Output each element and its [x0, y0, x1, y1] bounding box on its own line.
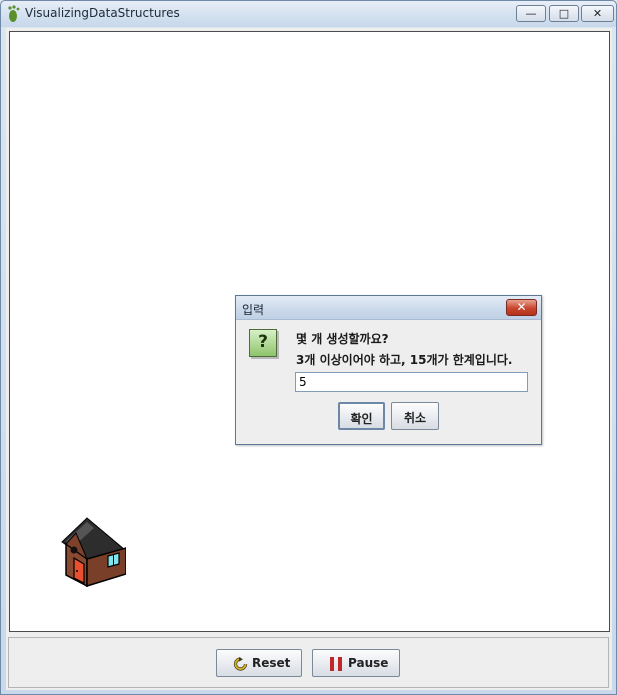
reset-icon — [233, 657, 248, 671]
dialog-close-button[interactable]: ✕ — [506, 299, 537, 316]
question-icon: ? — [249, 329, 277, 357]
close-icon: ✕ — [516, 300, 527, 314]
reset-button[interactable]: Reset — [216, 649, 302, 677]
control-panel: Reset Pause — [8, 637, 609, 688]
maximize-button[interactable]: □ — [549, 5, 579, 22]
dialog-message-line1: 몇 개 생성할까요? — [296, 332, 389, 346]
dialog-titlebar[interactable]: 입력 ✕ — [236, 296, 541, 320]
cancel-button[interactable]: 취소 — [391, 402, 439, 430]
cancel-label: 취소 — [403, 411, 427, 425]
close-button[interactable]: ✕ — [581, 5, 614, 22]
ok-label: 확인 — [350, 412, 373, 426]
dialog-message-line2: 3개 이상이어야 하고, 15개가 한계입니다. — [296, 353, 513, 367]
ok-button[interactable]: 확인 — [338, 402, 385, 430]
pause-icon — [330, 657, 342, 671]
window-titlebar[interactable]: VisualizingDataStructures — □ ✕ — [1, 1, 616, 27]
window-title: VisualizingDataStructures — [25, 6, 180, 20]
count-input[interactable] — [295, 372, 528, 392]
minimize-button[interactable]: — — [516, 5, 546, 22]
minimize-icon: — — [525, 7, 537, 20]
pause-label: Pause — [348, 656, 389, 670]
close-icon: ✕ — [592, 7, 603, 20]
dialog-title: 입력 — [242, 303, 265, 317]
input-dialog: 입력 ✕ ? 몇 개 생성할까요? 3개 이상이어야 하고, 15개가 한계입니… — [235, 295, 542, 445]
house-icon — [61, 517, 126, 587]
app-footprint-icon — [8, 5, 20, 22]
main-window: VisualizingDataStructures — □ ✕ Reset Pa… — [0, 0, 617, 695]
reset-label: Reset — [252, 656, 291, 670]
pause-button[interactable]: Pause — [312, 649, 400, 677]
maximize-icon: □ — [558, 7, 570, 20]
